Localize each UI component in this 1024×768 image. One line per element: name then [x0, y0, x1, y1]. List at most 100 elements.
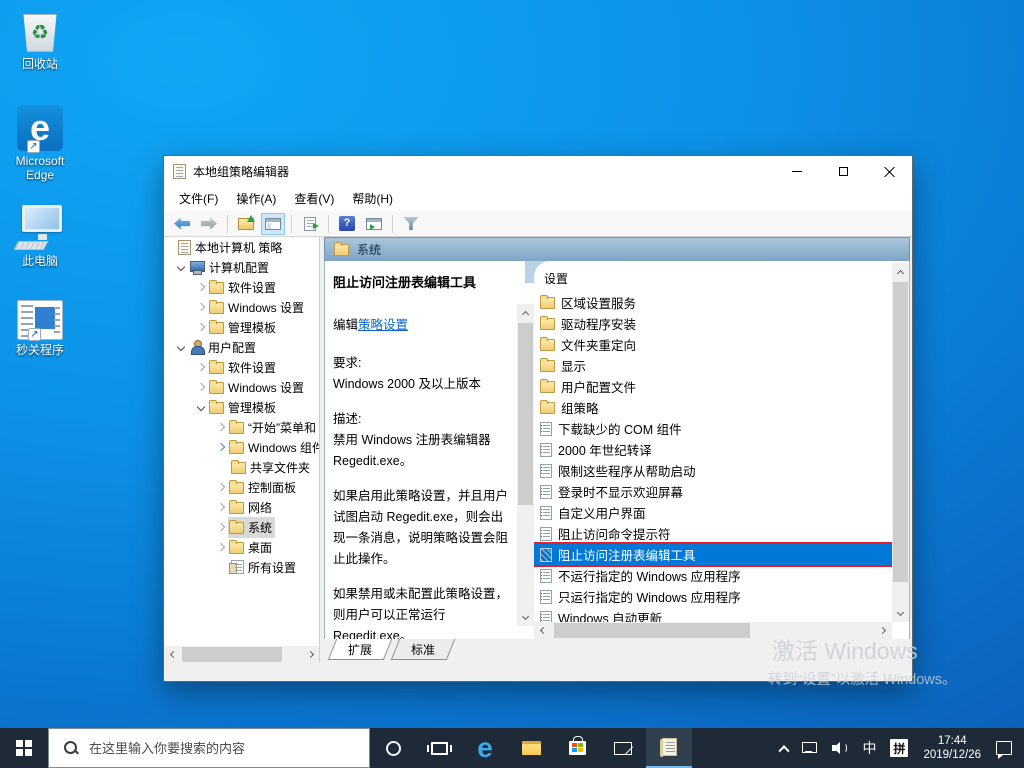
chevron-down-icon[interactable] [174, 340, 188, 354]
policy-settings-link[interactable]: 策略设置 [358, 318, 408, 332]
setting-item[interactable]: 下载缺少的 COM 组件 [534, 418, 892, 439]
setting-item[interactable]: 区域设置服务 [534, 292, 892, 313]
setting-item[interactable]: 不运行指定的 Windows 应用程序 [534, 565, 892, 586]
tree-item-computer-config[interactable]: 计算机配置 [164, 257, 319, 277]
close-button[interactable] [866, 156, 912, 186]
scrollbar-thumb[interactable] [554, 623, 750, 638]
store-button[interactable] [554, 728, 600, 768]
setting-item[interactable]: 只运行指定的 Windows 应用程序 [534, 586, 892, 607]
chevron-down-icon[interactable] [174, 260, 188, 274]
tree-item-software-settings[interactable]: 软件设置 [164, 277, 319, 297]
network-button[interactable] [795, 728, 825, 768]
menu-file[interactable]: 文件(F) [170, 186, 227, 211]
tree-item-windows-settings[interactable]: Windows 设置 [164, 377, 319, 397]
desktop-icon-recycle-bin[interactable]: ♻ 回收站 [1, 6, 79, 71]
chevron-right-icon[interactable] [214, 440, 228, 454]
show-action-pane-button[interactable] [362, 213, 386, 235]
filter-button[interactable] [399, 213, 423, 235]
tree-item-admin-templates[interactable]: 管理模板 [164, 317, 319, 337]
tree-item-desktop[interactable]: 桌面 [164, 537, 319, 557]
start-button[interactable] [0, 728, 48, 768]
task-view-button[interactable] [416, 728, 462, 768]
setting-item[interactable]: 驱动程序安装 [534, 313, 892, 334]
titlebar[interactable]: 本地组策略编辑器 [164, 156, 912, 186]
tree-horizontal-scrollbar[interactable] [164, 646, 319, 663]
ime-language-button[interactable]: 中 [855, 728, 883, 768]
tab-standard[interactable]: 标准 [390, 639, 456, 660]
scroll-down-icon[interactable] [517, 609, 534, 626]
settings-horizontal-scrollbar[interactable] [534, 622, 892, 639]
scrollbar-thumb[interactable] [893, 282, 908, 582]
scroll-right-icon[interactable] [875, 622, 892, 639]
action-center-button[interactable] [989, 728, 1024, 768]
tray-overflow-button[interactable] [773, 728, 795, 768]
scroll-right-icon[interactable] [303, 646, 319, 663]
scrollbar-thumb[interactable] [518, 323, 533, 505]
back-button[interactable] [170, 213, 194, 235]
menu-help[interactable]: 帮助(H) [343, 186, 402, 211]
setting-item-selected[interactable]: 阻止访问注册表编辑工具 [534, 544, 892, 565]
setting-item[interactable]: 自定义用户界面 [534, 502, 892, 523]
help-button[interactable]: ? [335, 213, 359, 235]
gpedit-taskbar-button[interactable] [646, 728, 692, 768]
tree-item-root[interactable]: 本地计算机 策略 [164, 237, 319, 257]
description-scrollbar[interactable] [517, 304, 534, 626]
up-one-level-button[interactable] [234, 213, 258, 235]
chevron-right-icon[interactable] [214, 480, 228, 494]
tree-item-system[interactable]: 系统 [164, 516, 319, 538]
setting-item[interactable]: 用户配置文件 [534, 376, 892, 397]
scroll-left-icon[interactable] [164, 646, 181, 663]
chevron-down-icon[interactable] [194, 400, 208, 414]
setting-item[interactable]: 限制这些程序从帮助启动 [534, 460, 892, 481]
export-list-button[interactable] [298, 213, 322, 235]
show-console-tree-button[interactable] [261, 212, 285, 235]
taskbar-search[interactable] [48, 728, 370, 768]
setting-item[interactable]: 登录时不显示欢迎屏幕 [534, 481, 892, 502]
chevron-right-icon[interactable] [214, 500, 228, 514]
chevron-right-icon[interactable] [194, 280, 208, 294]
setting-item[interactable]: 文件夹重定向 [534, 334, 892, 355]
forward-button[interactable] [197, 213, 221, 235]
tree-item-user-config[interactable]: 用户配置 [164, 337, 319, 357]
ime-mode-button[interactable]: 拼 [883, 728, 915, 768]
minimize-button[interactable] [774, 156, 820, 186]
tree-item-shared-folders[interactable]: 共享文件夹 [164, 457, 319, 477]
desktop-icon-microsoft-edge[interactable]: e ↗ Microsoft Edge [1, 105, 79, 182]
tree-item-admin-templates[interactable]: 管理模板 [164, 397, 319, 417]
desktop-icon-seconds-close-app[interactable]: ↗ 秒关程序 [1, 300, 79, 357]
scroll-down-icon[interactable] [892, 605, 909, 622]
tree-item-control-panel[interactable]: 控制面板 [164, 477, 319, 497]
search-input[interactable] [89, 740, 339, 756]
setting-item[interactable]: 2000 年世纪转译 [534, 439, 892, 460]
chevron-right-icon[interactable] [214, 420, 228, 434]
setting-item[interactable]: 组策略 [534, 397, 892, 418]
chevron-right-icon[interactable] [214, 520, 228, 534]
setting-item[interactable]: Windows 自动更新 [534, 607, 892, 622]
tree-item-windows-components[interactable]: Windows 组件 [164, 437, 319, 457]
tree-item-windows-settings[interactable]: Windows 设置 [164, 297, 319, 317]
cortana-button[interactable] [370, 728, 416, 768]
volume-button[interactable] [825, 728, 855, 768]
setting-item[interactable]: 显示 [534, 355, 892, 376]
menu-action[interactable]: 操作(A) [227, 186, 285, 211]
scrollbar-thumb[interactable] [182, 647, 282, 662]
menu-view[interactable]: 查看(V) [285, 186, 343, 211]
desktop-icon-this-pc[interactable]: 此电脑 [1, 203, 79, 268]
scroll-left-icon[interactable] [534, 622, 551, 639]
mail-button[interactable] [600, 728, 646, 768]
setting-item[interactable]: 阻止访问命令提示符 [534, 523, 892, 544]
tree-item-start-menu[interactable]: “开始”菜单和 [164, 417, 319, 437]
settings-column-header[interactable]: 设置 [534, 261, 909, 292]
taskbar-clock[interactable]: 17:44 2019/12/26 [915, 734, 989, 762]
chevron-right-icon[interactable] [194, 320, 208, 334]
chevron-right-icon[interactable] [214, 540, 228, 554]
chevron-right-icon[interactable] [194, 300, 208, 314]
tree-item-network[interactable]: 网络 [164, 497, 319, 517]
file-explorer-button[interactable] [508, 728, 554, 768]
settings-vertical-scrollbar[interactable] [892, 263, 909, 622]
chevron-right-icon[interactable] [194, 360, 208, 374]
chevron-right-icon[interactable] [194, 380, 208, 394]
tab-extended[interactable]: 扩展 [327, 639, 393, 660]
taskbar-edge-button[interactable]: e [462, 728, 508, 768]
tree-item-software-settings[interactable]: 软件设置 [164, 357, 319, 377]
